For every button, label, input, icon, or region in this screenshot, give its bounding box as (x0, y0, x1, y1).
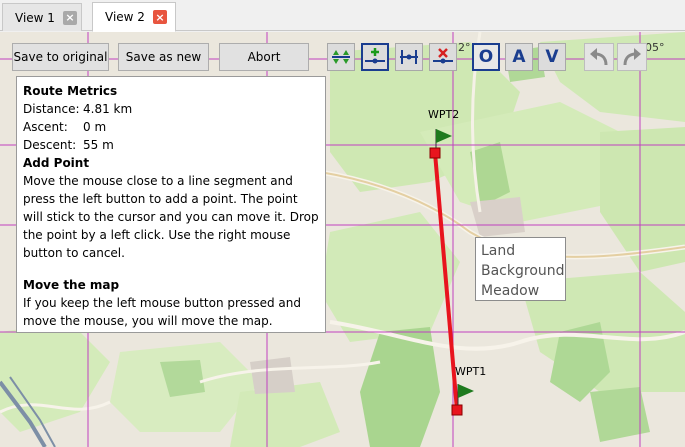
redo-icon (623, 48, 641, 66)
save-to-original-button[interactable]: Save to original (12, 43, 109, 71)
distance-value: 4.81 km (83, 102, 133, 116)
ascent-row: Ascent: 0 m (23, 118, 319, 136)
mode-v-button[interactable]: V (538, 43, 566, 71)
mode-o-button[interactable]: O (472, 43, 500, 71)
tab-label: View 2 (105, 10, 145, 24)
move-points-icon (332, 50, 350, 64)
save-as-new-button[interactable]: Save as new (118, 43, 209, 71)
tab-view-1[interactable]: View 1 × (2, 3, 82, 31)
help-panel: Route Metrics Distance: 4.81 km Ascent: … (16, 76, 326, 333)
close-icon[interactable]: × (62, 10, 77, 25)
descent-value: 55 m (83, 138, 114, 152)
range-icon (400, 50, 418, 64)
add-point-tool[interactable] (361, 43, 389, 71)
waypoint-label-wpt1: WPT1 (455, 365, 487, 378)
move-points-tool[interactable] (327, 43, 355, 71)
tab-label: View 1 (15, 10, 55, 25)
ascent-label: Ascent: (23, 120, 68, 134)
add-point-icon (365, 48, 385, 64)
delete-point-tool[interactable] (429, 43, 457, 71)
move-map-title: Move the map (23, 278, 120, 292)
tab-bar: View 1 × View 2 × (0, 0, 685, 32)
descent-row: Descent: 55 m (23, 136, 319, 154)
add-point-title: Add Point (23, 156, 90, 170)
ascent-value: 0 m (83, 120, 107, 134)
select-range-tool[interactable] (395, 43, 423, 71)
waypoint-label-wpt2: WPT2 (428, 108, 460, 121)
tooltip-line: Land (481, 243, 516, 259)
distance-label: Distance: (23, 102, 80, 116)
tooltip-line: Meadow (481, 283, 540, 299)
redo-button[interactable] (617, 43, 647, 71)
add-point-text: Move the mouse close to a line segment a… (23, 174, 319, 260)
close-icon[interactable]: × (152, 10, 167, 24)
delete-point-icon (433, 48, 453, 64)
grid-label: 2° (458, 41, 471, 54)
undo-button[interactable] (584, 43, 614, 71)
distance-row: Distance: 4.81 km (23, 100, 319, 118)
descent-label: Descent: (23, 138, 77, 152)
abort-button[interactable]: Abort (219, 43, 309, 71)
tab-view-2[interactable]: View 2 × (92, 2, 176, 32)
tooltip-line: Background (481, 263, 565, 279)
move-map-text: If you keep the left mouse button presse… (23, 296, 301, 328)
grid-label: 05° (645, 41, 665, 54)
route-metrics-title: Route Metrics (23, 84, 118, 98)
undo-icon (590, 48, 608, 66)
mode-a-button[interactable]: A (505, 43, 533, 71)
map-tooltip: Land Background Meadow (475, 237, 566, 301)
